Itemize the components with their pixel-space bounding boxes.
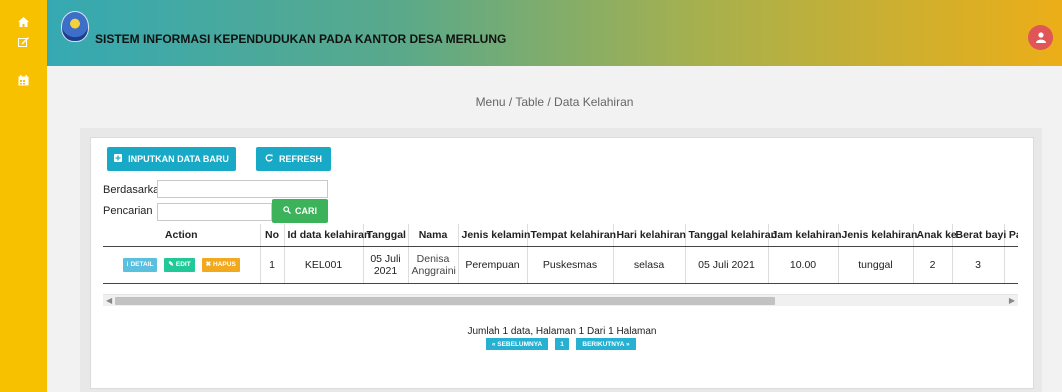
column-header[interactable]: Berat bayi: [952, 224, 1006, 247]
table-cell-no: 1: [260, 246, 285, 284]
edit-icon[interactable]: [12, 33, 34, 51]
refresh-icon: [265, 154, 273, 164]
add-data-label: INPUTKAN DATA BARU: [128, 154, 229, 164]
breadcrumb: Menu / Table / Data Kelahiran: [475, 95, 634, 109]
table-row: i DETAIL ✎ EDIT ✖ HAPUS 1 KEL001 05 Juli…: [103, 246, 1018, 284]
birth-data-table: Action No Id data kelahiran Tanggal Nama…: [103, 224, 1018, 284]
search-button-label: CARI: [295, 206, 317, 216]
table-header-row: Action No Id data kelahiran Tanggal Nama…: [103, 224, 1018, 247]
table-cell-jenis-kelamin: Perempuan: [458, 246, 528, 284]
basis-select[interactable]: [157, 180, 328, 198]
detail-button[interactable]: i DETAIL: [122, 258, 158, 272]
user-avatar[interactable]: [1028, 25, 1053, 50]
add-data-button[interactable]: INPUTKAN DATA BARU: [107, 147, 236, 171]
search-button[interactable]: CARI: [272, 199, 328, 223]
delete-label: HAPUS: [213, 261, 236, 268]
next-page-button[interactable]: BERIKUTNYA »: [576, 338, 636, 350]
table-cell-jenis-kelahiran: tunggal: [838, 246, 914, 284]
column-header[interactable]: Tanggal kelahiran: [685, 224, 777, 247]
edit-label: EDIT: [175, 261, 191, 268]
data-table-wrapper: Action No Id data kelahiran Tanggal Nama…: [103, 224, 1018, 284]
column-header[interactable]: Jenis kelamin: [458, 224, 530, 247]
column-header[interactable]: Tempat kelahiran: [527, 224, 616, 247]
page-number-button[interactable]: 1: [555, 338, 569, 350]
horizontal-scrollbar[interactable]: ◀ ▶: [103, 294, 1018, 306]
table-cell-tempat: Puskesmas: [527, 246, 614, 284]
refresh-label: REFRESH: [278, 154, 322, 164]
column-header[interactable]: Jam kelahiran: [768, 224, 842, 247]
table-cell-berat: 3: [952, 246, 1005, 284]
table-cell-anak-ke: 2: [913, 246, 953, 284]
column-header[interactable]: Jenis kelahiran: [838, 224, 917, 247]
delete-button[interactable]: ✖ HAPUS: [201, 258, 240, 272]
table-cell-nama: Denisa Anggraini: [408, 246, 459, 284]
calendar-icon[interactable]: [12, 71, 34, 89]
scroll-left-icon[interactable]: ◀: [106, 296, 112, 305]
village-logo: [61, 11, 89, 42]
table-cell-tanggal: 05 Juli 2021: [363, 246, 409, 284]
edit-icon: ✎: [168, 261, 174, 268]
table-cell-id: KEL001: [284, 246, 364, 284]
scrollbar-thumb[interactable]: [115, 297, 775, 305]
search-icon: [283, 206, 291, 216]
column-header[interactable]: Id data kelahiran: [284, 224, 370, 247]
home-icon[interactable]: [12, 13, 34, 31]
sidebar: [0, 0, 47, 392]
column-header[interactable]: Tanggal: [363, 224, 409, 247]
prev-page-button[interactable]: « SEBELUMNYA: [486, 338, 548, 350]
column-header[interactable]: No: [260, 224, 285, 247]
column-header[interactable]: Action: [103, 224, 261, 247]
table-cell-panjang: [1004, 246, 1018, 284]
column-header[interactable]: Anak ke: [913, 224, 957, 247]
plus-icon: [114, 154, 123, 164]
info-icon: i: [126, 261, 129, 268]
detail-label: DETAIL: [130, 261, 154, 268]
pagination-summary: Jumlah 1 data, Halaman 1 Dari 1 Halaman: [467, 326, 657, 337]
table-cell-hari: selasa: [613, 246, 686, 284]
table-cell-tanggal-kelahiran: 05 Juli 2021: [685, 246, 769, 284]
action-cell: i DETAIL ✎ EDIT ✖ HAPUS: [103, 246, 261, 284]
app-title: SISTEM INFORMASI KEPENDUDUKAN PADA KANTO…: [95, 32, 507, 46]
search-input[interactable]: [157, 203, 272, 221]
close-icon: ✖: [205, 261, 212, 268]
column-header[interactable]: Nama: [408, 224, 459, 247]
header: SISTEM INFORMASI KEPENDUDUKAN PADA KANTO…: [47, 0, 1062, 66]
scroll-right-icon[interactable]: ▶: [1009, 296, 1015, 305]
search-label: Pencarian: [103, 205, 153, 217]
column-header[interactable]: Hari kelahiran: [613, 224, 686, 247]
edit-button[interactable]: ✎ EDIT: [164, 258, 195, 272]
table-cell-jam: 10.00: [768, 246, 839, 284]
refresh-button[interactable]: REFRESH: [256, 147, 331, 171]
